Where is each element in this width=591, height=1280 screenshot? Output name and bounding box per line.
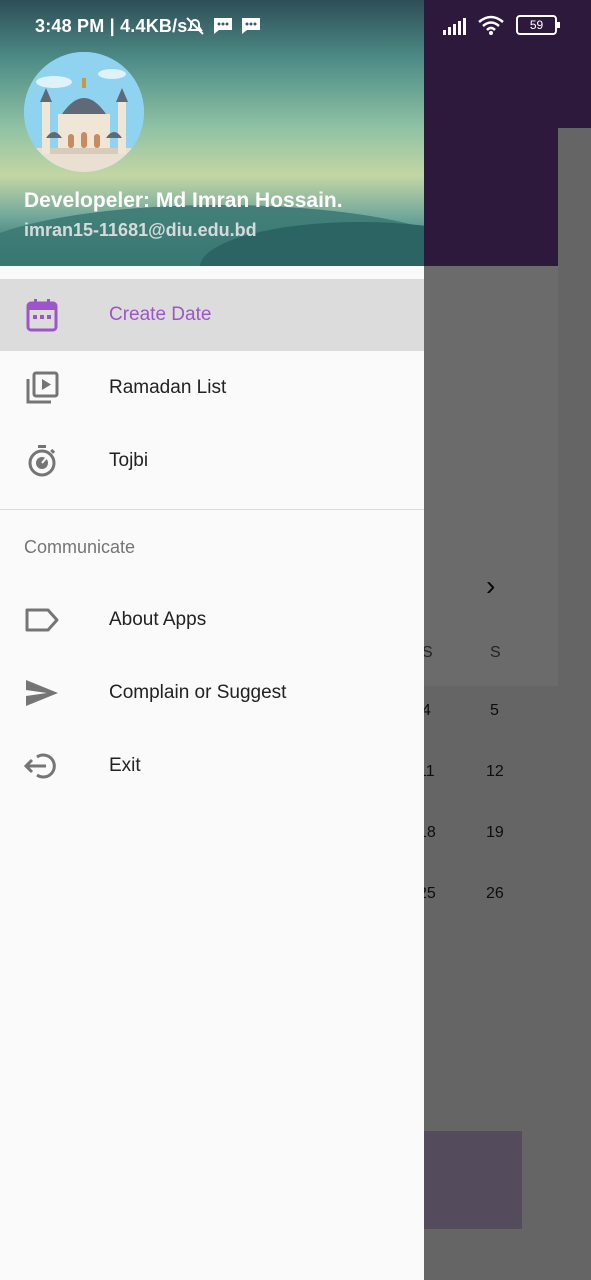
menu-item-about-apps[interactable]: About Apps bbox=[0, 584, 424, 656]
menu-item-tojbi[interactable]: Tojbi bbox=[0, 425, 424, 497]
label-tag-icon bbox=[24, 602, 60, 638]
muted-alarm-icon bbox=[186, 17, 204, 35]
battery-icon: 59 bbox=[516, 15, 560, 35]
developer-name: Developeler: Md Imran Hossain. bbox=[24, 189, 343, 212]
status-bar: 3:48 PM | 4.4KB/s 59 bbox=[0, 0, 591, 58]
stopwatch-icon bbox=[24, 443, 60, 479]
section-title-communicate: Communicate bbox=[24, 537, 136, 557]
menu-label: Create Date bbox=[109, 304, 212, 325]
developer-email: imran15-11681@diu.edu.bd bbox=[24, 220, 257, 240]
status-time-speed: 3:48 PM | 4.4KB/s bbox=[35, 16, 188, 36]
menu-divider bbox=[0, 509, 424, 510]
menu-item-exit[interactable]: Exit bbox=[0, 730, 424, 802]
mosque-avatar bbox=[24, 52, 144, 172]
send-icon bbox=[24, 675, 60, 711]
menu-item-create-date[interactable]: Create Date bbox=[0, 279, 424, 351]
wifi-icon bbox=[478, 15, 504, 35]
menu-item-ramadan-list[interactable]: Ramadan List bbox=[0, 352, 424, 424]
message-icon bbox=[242, 18, 260, 34]
menu-label: About Apps bbox=[109, 609, 207, 630]
menu-label: Complain or Suggest bbox=[109, 682, 287, 703]
menu-label: Ramadan List bbox=[109, 377, 227, 398]
message-icon bbox=[214, 18, 232, 34]
menu-item-complain-suggest[interactable]: Complain or Suggest bbox=[0, 657, 424, 729]
signal-icon bbox=[443, 15, 466, 35]
video-library-icon bbox=[24, 370, 60, 406]
notification-icons bbox=[185, 16, 261, 36]
exit-icon bbox=[24, 748, 60, 784]
menu-label: Tojbi bbox=[109, 450, 149, 471]
calendar-icon bbox=[24, 297, 60, 333]
navigation-drawer: Developeler: Md Imran Hossain. imran15-1… bbox=[0, 0, 424, 1280]
menu-label: Exit bbox=[109, 755, 141, 776]
